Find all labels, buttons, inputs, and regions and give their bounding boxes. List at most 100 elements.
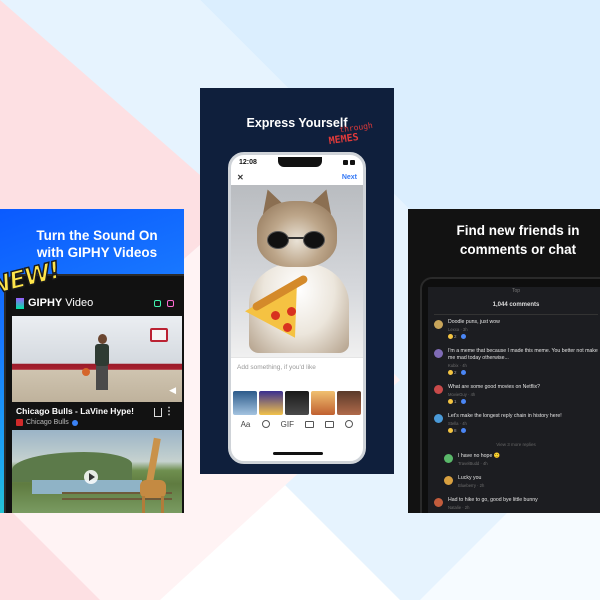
commenter-avatar[interactable] — [434, 320, 443, 329]
emoji-reaction-icon — [448, 399, 453, 404]
reaction-count: 2 — [454, 370, 457, 375]
profile-icon[interactable] — [167, 299, 174, 307]
gif-button[interactable]: GIF — [281, 420, 294, 429]
text-style-button[interactable]: Aa — [241, 420, 251, 429]
video-thumbnail-bulls[interactable]: ◀ — [12, 316, 182, 402]
verified-icon — [71, 419, 78, 426]
comment-text: What are some good movies on Netflix? — [448, 384, 540, 390]
commenter-avatar[interactable] — [434, 498, 443, 507]
comments-tab-top[interactable]: Top — [434, 288, 598, 294]
comment-item[interactable]: What are some good movies on Netflix? Mov… — [434, 384, 598, 404]
reply-icon[interactable] — [460, 428, 466, 433]
gif-thumbnail[interactable] — [259, 391, 283, 415]
comment-item[interactable]: Let's make the longest reply chain in hi… — [434, 413, 598, 433]
comment-item[interactable]: I'm a meme that because I made this meme… — [434, 348, 598, 375]
like-count[interactable]: 8 — [448, 428, 457, 433]
gif-thumbnail[interactable] — [285, 391, 309, 415]
volume-icon[interactable]: ◀ — [169, 385, 176, 396]
comment-text: Doodle puns, just wow — [448, 319, 500, 325]
promo-card-express-yourself: Express Yourself through MEMES 12:08 ✕ N… — [200, 88, 394, 474]
reply-icon[interactable] — [460, 370, 466, 375]
comments-title: 1,044 comments — [492, 302, 540, 308]
meme-image-cat — [231, 185, 363, 357]
emoji-reaction-icon — [448, 370, 453, 375]
promo-card-comments: Find new friends in comments or chat Top… — [408, 209, 600, 513]
app-header: GIPHY Video — [12, 290, 182, 316]
comment-text: Lucky you — [458, 475, 482, 481]
comment-text: I'm a meme that because I made this meme… — [448, 348, 598, 361]
phone-mockup: 12:08 ✕ Next Add something, if you'd lik… — [228, 152, 366, 464]
commenter-avatar[interactable] — [444, 454, 453, 463]
comment-text: Had to hike to go, good bye little bunny — [448, 497, 538, 503]
comment-reactions: 2 — [448, 370, 598, 375]
giphy-logo-icon — [16, 297, 24, 309]
sticker-icon[interactable] — [261, 420, 270, 428]
video-caption: Chicago Bulls - LaVine Hype! Chicago Bul… — [12, 402, 182, 430]
reply-bubble-icon — [460, 399, 466, 404]
caption-input[interactable]: Add something, if you'd like — [231, 357, 363, 391]
reaction-count: 1 — [454, 399, 457, 404]
comment-item[interactable]: Lucky you Blueberry · 2h — [444, 475, 598, 488]
comment-meta: Stella · 4h — [448, 421, 467, 426]
compose-header: ✕ Next — [231, 169, 363, 185]
status-bar: 12:08 — [231, 155, 363, 169]
comment-text: Let's make the longest reply chain in hi… — [448, 413, 562, 419]
close-icon[interactable]: ✕ — [237, 173, 244, 182]
emoji-reaction-icon — [448, 334, 453, 339]
commenter-avatar[interactable] — [434, 385, 443, 394]
reply-icon[interactable] — [460, 399, 466, 404]
signal-battery-icon — [343, 159, 355, 165]
promo-card-giphy-videos: Turn the Sound On with GIPHY Videos GIPH… — [0, 209, 184, 513]
gif-thumbnail[interactable] — [337, 391, 361, 415]
gif-thumbnail-strip — [231, 391, 363, 415]
like-count[interactable]: 2 — [448, 370, 457, 375]
comment-item[interactable]: Had to hike to go, good bye little bunny… — [434, 497, 598, 510]
view-more-replies-link[interactable]: View 3 more replies — [434, 442, 598, 447]
tablet-screen: GIPHY Video ◀ Chicago Bulls - LaVine Hyp… — [12, 290, 182, 513]
comment-reactions: 8 — [448, 428, 598, 433]
play-icon[interactable] — [84, 470, 98, 484]
comment-meta: MovieGuy · 4h — [448, 392, 476, 397]
camera-icon[interactable] — [305, 420, 315, 428]
player-graphic — [92, 334, 112, 394]
emoji-reaction-icon — [448, 428, 453, 433]
like-count[interactable]: 2 — [448, 334, 457, 339]
reply-bubble-icon — [460, 334, 466, 339]
comment-item[interactable]: I have no hope 🙂 TravelBudd · 4h — [444, 453, 598, 466]
reaction-count: 2 — [454, 334, 457, 339]
audio-icon[interactable] — [345, 420, 354, 428]
promo-headline: Find new friends in comments or chat — [456, 223, 580, 257]
like-count[interactable]: 1 — [448, 399, 457, 404]
chat-icon[interactable] — [154, 299, 161, 307]
more-options-icon[interactable]: ⋮ — [164, 406, 174, 417]
channel-name: Chicago Bulls — [26, 419, 69, 426]
video-icon[interactable] — [325, 420, 335, 428]
comments-list: Doodle puns, just wow Lexxa · 3h 2 I'm a me… — [434, 319, 598, 513]
share-icon[interactable] — [154, 408, 162, 417]
comment-item[interactable]: Doodle puns, just wow Lexxa · 3h 2 — [434, 319, 598, 339]
reply-icon[interactable] — [460, 334, 466, 339]
comment-meta: TravelBudd · 4h — [458, 461, 488, 466]
video-thumbnail-giraffe[interactable] — [12, 430, 182, 513]
comments-screen: Top 1,044 comments Doodle puns, just wow… — [428, 287, 600, 513]
basketball-graphic — [82, 368, 90, 376]
promo-headline: Turn the Sound On with GIPHY Videos — [36, 228, 158, 260]
channel-avatar — [16, 419, 23, 426]
commenter-avatar[interactable] — [444, 476, 453, 485]
hoop-graphic — [150, 328, 168, 342]
tablet-mockup: Top 1,044 comments Doodle puns, just wow… — [420, 277, 600, 513]
gif-thumbnail[interactable] — [233, 391, 257, 415]
status-time: 12:08 — [239, 158, 257, 166]
comment-text: I have no hope 🙂 — [458, 453, 501, 459]
gif-thumbnail[interactable] — [311, 391, 335, 415]
reply-bubble-icon — [460, 428, 466, 433]
tablet-mockup: GIPHY Video ◀ Chicago Bulls - LaVine Hyp… — [4, 274, 184, 513]
commenter-avatar[interactable] — [434, 349, 443, 358]
next-button[interactable]: Next — [342, 174, 357, 181]
comment-meta: Blueberry · 2h — [458, 483, 485, 488]
giraffe-graphic — [138, 437, 168, 513]
home-indicator — [273, 452, 323, 455]
compose-toolbar: Aa GIF — [231, 415, 363, 433]
commenter-avatar[interactable] — [434, 414, 443, 423]
comment-reactions: 2 — [448, 334, 598, 339]
